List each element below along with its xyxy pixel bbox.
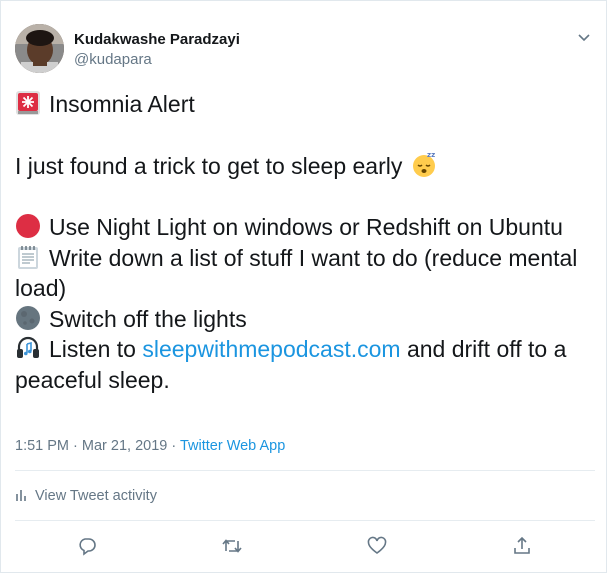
divider [15, 520, 595, 521]
tweet-meta: 1:51 PM · Mar 21, 2019 · Twitter Web App [15, 437, 285, 455]
view-activity-label: View Tweet activity [35, 488, 157, 504]
tweet-source-link[interactable]: Twitter Web App [180, 438, 285, 454]
retweet-icon [222, 539, 242, 553]
podcast-link[interactable]: sleepwithmepodcast.com [142, 336, 400, 362]
tip-1-text: Use Night Light on windows or Redshift o… [49, 214, 563, 240]
author-name[interactable]: Kudakwashe Paradzayi [74, 31, 240, 49]
like-button[interactable] [362, 531, 392, 561]
reply-icon [79, 538, 96, 556]
new-moon-icon [15, 305, 41, 331]
tweet-tip-3: Switch off the lights [15, 304, 595, 335]
chevron-down-icon[interactable] [576, 29, 592, 45]
tweet-card: Kudakwashe Paradzayi @kudapara Insomnia … [0, 0, 607, 573]
tip-3-text: Switch off the lights [49, 305, 247, 332]
tweet-timestamp[interactable]: 1:51 PM · Mar 21, 2019 · [15, 438, 176, 454]
like-icon [367, 536, 387, 554]
svg-text:zz: zz [427, 151, 435, 159]
action-bar [1, 531, 608, 561]
intro-text: I just found a trick to get to sleep ear… [15, 153, 403, 179]
reply-button[interactable] [72, 531, 102, 561]
view-activity-link[interactable]: View Tweet activity [15, 487, 157, 505]
headphones-icon [15, 335, 41, 361]
notepad-icon [15, 244, 41, 270]
divider [15, 470, 595, 471]
tweet-tip-2: Write down a list of stuff I want to do … [15, 243, 595, 304]
share-button[interactable] [507, 531, 537, 561]
tweet-tip-4: Listen to sleepwithmepodcast.com and dri… [15, 334, 595, 395]
share-icon [514, 536, 530, 554]
author-block: Kudakwashe Paradzayi @kudapara [74, 31, 240, 69]
rotating-light-icon [15, 90, 41, 116]
tip-4-text-before: Listen to [49, 336, 136, 362]
tip-2-text: Write down a list of stuff I want to do … [15, 244, 578, 302]
retweet-button[interactable] [217, 531, 247, 561]
author-handle[interactable]: @kudapara [74, 51, 240, 69]
tweet-line-2: I just found a trick to get to sleep ear… [15, 150, 595, 182]
avatar[interactable] [15, 24, 64, 73]
sleeping-face-icon: zz [410, 150, 436, 177]
tweet-tip-1: Use Night Light on windows or Redshift o… [15, 212, 595, 243]
tweet-text: Insomnia Alert I just found a trick to g… [15, 89, 595, 395]
tweet-line-1: Insomnia Alert [15, 89, 595, 120]
bar-chart-icon [16, 490, 26, 501]
red-circle-icon [15, 213, 41, 239]
alert-text: Insomnia Alert [49, 91, 195, 117]
